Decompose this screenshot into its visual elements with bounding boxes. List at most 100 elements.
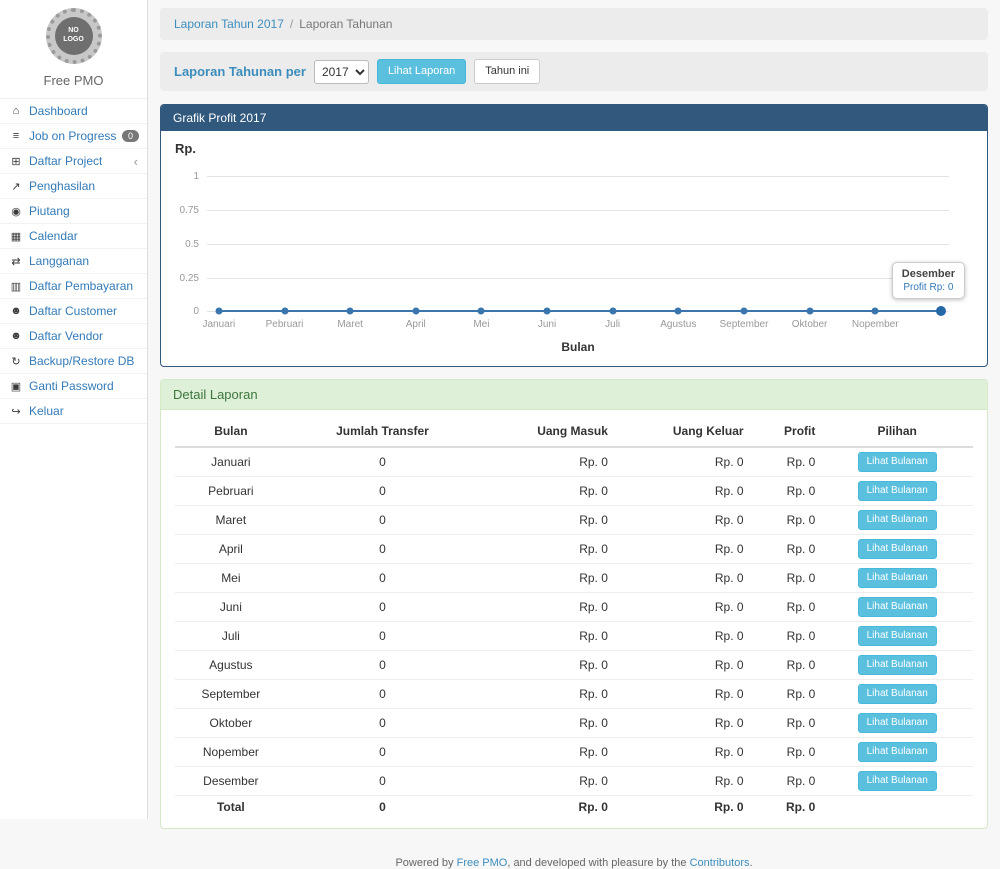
sidebar-item-daftar-customer[interactable]: ☻Daftar Customer	[0, 299, 147, 324]
data-point-pebruari[interactable]	[281, 308, 288, 315]
sidebar-item-backup-restore-db[interactable]: ↻Backup/Restore DB	[0, 349, 147, 374]
lihat-bulanan-button[interactable]: Lihat Bulanan	[858, 597, 937, 617]
cell-profit: Rp. 0	[750, 535, 822, 564]
year-select[interactable]: 2017	[314, 60, 369, 84]
cell-pilihan: Lihat Bulanan	[821, 651, 973, 680]
lihat-bulanan-button[interactable]: Lihat Bulanan	[858, 626, 937, 646]
sidebar-item-ganti-password[interactable]: ▣Ganti Password	[0, 374, 147, 399]
cell-uang_masuk: Rp. 0	[478, 535, 614, 564]
cell-bulan: Maret	[175, 506, 287, 535]
cell-jumlah_transfer: 0	[287, 738, 479, 767]
sidebar-item-langganan[interactable]: ⇄Langganan	[0, 249, 147, 274]
sidebar-item-dashboard[interactable]: ⌂Dashboard	[0, 99, 147, 124]
sidebar-item-label: Keluar	[29, 404, 64, 418]
sidebar-item-daftar-project[interactable]: ⊞Daftar Project‹	[0, 149, 147, 174]
app-window: NO LOGO Free PMO ⌂Dashboard≡Job on Progr…	[0, 0, 1000, 819]
tooltip-title: Desember	[902, 268, 955, 280]
table-row: Pebruari0Rp. 0Rp. 0Rp. 0Lihat Bulanan	[175, 477, 973, 506]
x-tick-label: September	[719, 319, 768, 330]
cell-profit: Rp. 0	[750, 506, 822, 535]
footer-contributors-link[interactable]: Contributors	[690, 857, 750, 869]
cell-bulan: April	[175, 535, 287, 564]
detail-panel-title: Detail Laporan	[161, 380, 987, 410]
cell-profit: Rp. 0	[750, 709, 822, 738]
chart-line-icon: ↗	[8, 180, 24, 193]
lihat-bulanan-button[interactable]: Lihat Bulanan	[858, 452, 937, 472]
data-point-oktober[interactable]	[806, 308, 813, 315]
cell-uang_keluar: Rp. 0	[614, 447, 750, 477]
data-point-september[interactable]	[740, 308, 747, 315]
y-tick-label: 0	[169, 306, 199, 317]
data-point-mei[interactable]	[478, 308, 485, 315]
cell-uang_masuk: Rp. 0	[478, 477, 614, 506]
detail-report-panel: Detail Laporan BulanJumlah TransferUang …	[160, 379, 988, 829]
cell-uang_keluar: Rp. 0	[614, 564, 750, 593]
brand-name: Free PMO	[0, 73, 147, 88]
data-point-desember[interactable]	[936, 306, 946, 316]
users-icon: ☻	[8, 330, 24, 342]
calendar-icon: ▦	[8, 230, 24, 243]
lihat-bulanan-button[interactable]: Lihat Bulanan	[858, 771, 937, 791]
y-tick-label: 1	[169, 171, 199, 182]
column-header: Profit	[750, 416, 822, 447]
cell-uang_masuk: Rp. 0	[478, 622, 614, 651]
cell-uang_keluar: Rp. 0	[614, 535, 750, 564]
cell-jumlah_transfer: 0	[287, 593, 479, 622]
sidebar-item-keluar[interactable]: ↪Keluar	[0, 399, 147, 424]
count-badge: 0	[122, 130, 139, 142]
lihat-bulanan-button[interactable]: Lihat Bulanan	[858, 481, 937, 501]
dashboard-icon: ⌂	[8, 105, 24, 117]
sidebar-item-piutang[interactable]: ◉Piutang	[0, 199, 147, 224]
sidebar-item-calendar[interactable]: ▦Calendar	[0, 224, 147, 249]
cell-profit: Rp. 0	[750, 447, 822, 477]
sidebar-item-job-on-progress[interactable]: ≡Job on Progress0	[0, 124, 147, 149]
breadcrumb-link[interactable]: Laporan Tahun 2017	[174, 17, 284, 31]
lihat-laporan-button[interactable]: Lihat Laporan	[377, 59, 466, 84]
footer: Powered by Free PMO, and developed with …	[160, 841, 988, 869]
sidebar-item-daftar-pembayaran[interactable]: ▥Daftar Pembayaran	[0, 274, 147, 299]
cell-profit: Rp. 0	[750, 477, 822, 506]
total-jumlah_transfer: 0	[287, 796, 479, 819]
x-tick-label: Juni	[538, 319, 556, 330]
no-logo-badge: NO LOGO	[46, 8, 102, 64]
data-point-januari[interactable]	[215, 308, 222, 315]
sidebar-item-daftar-vendor[interactable]: ☻ Daftar Vendor	[0, 324, 147, 349]
lock-icon: ▣	[8, 380, 24, 393]
chart-tooltip: Desember Profit Rp: 0	[892, 262, 965, 299]
tahun-ini-button[interactable]: Tahun ini	[474, 59, 540, 84]
data-point-agustus[interactable]	[675, 308, 682, 315]
footer-text-suffix: .	[750, 857, 753, 869]
cell-uang_keluar: Rp. 0	[614, 709, 750, 738]
sidebar-item-penghasilan[interactable]: ↗Penghasilan	[0, 174, 147, 199]
table-row: Juni0Rp. 0Rp. 0Rp. 0Lihat Bulanan	[175, 593, 973, 622]
data-point-april[interactable]	[412, 308, 419, 315]
lihat-bulanan-button[interactable]: Lihat Bulanan	[858, 510, 937, 530]
column-header: Jumlah Transfer	[287, 416, 479, 447]
cell-uang_masuk: Rp. 0	[478, 506, 614, 535]
cell-bulan: Agustus	[175, 651, 287, 680]
x-tick-label: Oktober	[792, 319, 828, 330]
sidebar-item-label: Daftar Project	[29, 154, 102, 168]
sidebar-item-label: Daftar Vendor	[29, 329, 103, 343]
cell-pilihan: Lihat Bulanan	[821, 506, 973, 535]
data-point-maret[interactable]	[347, 308, 354, 315]
column-header: Pilihan	[821, 416, 973, 447]
lihat-bulanan-button[interactable]: Lihat Bulanan	[858, 742, 937, 762]
table-row: Desember0Rp. 0Rp. 0Rp. 0Lihat Bulanan	[175, 767, 973, 796]
lihat-bulanan-button[interactable]: Lihat Bulanan	[858, 655, 937, 675]
chart-xlabels: JanuariPebruariMaretAprilMeiJuniJuliAgus…	[207, 319, 949, 332]
lihat-bulanan-button[interactable]: Lihat Bulanan	[858, 568, 937, 588]
chart-panel-title: Grafik Profit 2017	[161, 105, 987, 131]
lihat-bulanan-button[interactable]: Lihat Bulanan	[858, 713, 937, 733]
footer-brand-link[interactable]: Free PMO	[457, 857, 508, 869]
cell-pilihan: Lihat Bulanan	[821, 709, 973, 738]
lihat-bulanan-button[interactable]: Lihat Bulanan	[858, 684, 937, 704]
detail-body: BulanJumlah TransferUang MasukUang Kelua…	[161, 410, 987, 828]
cell-bulan: Januari	[175, 447, 287, 477]
data-point-juli[interactable]	[609, 308, 616, 315]
detail-table-head-row: BulanJumlah TransferUang MasukUang Kelua…	[175, 416, 973, 447]
data-point-juni[interactable]	[544, 308, 551, 315]
cell-bulan: Pebruari	[175, 477, 287, 506]
data-point-nopember[interactable]	[872, 308, 879, 315]
lihat-bulanan-button[interactable]: Lihat Bulanan	[858, 539, 937, 559]
